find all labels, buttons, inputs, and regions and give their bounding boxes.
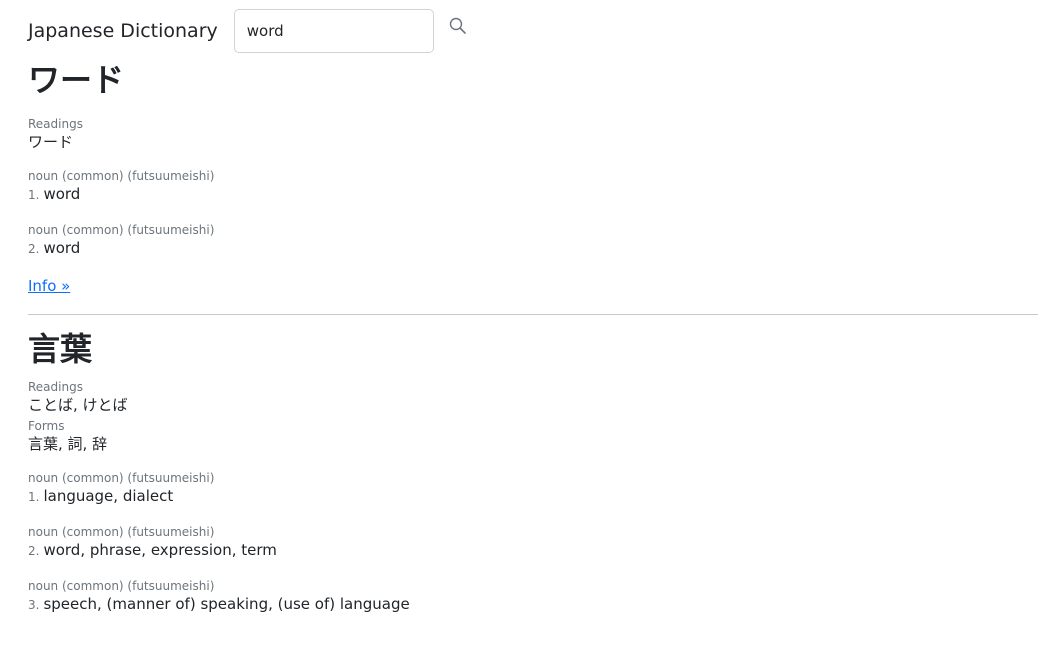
brand-title[interactable]: Japanese Dictionary bbox=[28, 20, 218, 42]
entry-title: 言葉 bbox=[28, 330, 93, 368]
sense-gloss: word bbox=[43, 185, 81, 203]
forms-value: 言葉, 詞, 辞 bbox=[28, 435, 108, 453]
readings-label: Readings bbox=[28, 117, 83, 131]
sense-item: noun (common) (futsuumeishi) 2. word, phr… bbox=[28, 524, 1038, 562]
entry-kotoba: 言葉 Readings ことば, けとば Forms 言葉, 詞, 辞 noun… bbox=[28, 329, 1038, 616]
sense-number: 3. bbox=[28, 598, 40, 612]
sense-number: 2. bbox=[28, 242, 40, 256]
readings-value: ことば, けとば bbox=[28, 396, 128, 414]
part-of-speech: noun (common) (futsuumeishi) bbox=[28, 471, 215, 485]
sense-gloss: speech, (manner of) speaking, (use of) l… bbox=[43, 595, 410, 613]
sense-gloss: word, phrase, expression, term bbox=[43, 541, 277, 559]
part-of-speech: noun (common) (futsuumeishi) bbox=[28, 525, 215, 539]
sense-number: 2. bbox=[28, 544, 40, 558]
search-input[interactable] bbox=[233, 9, 434, 53]
readings-label: Readings bbox=[28, 380, 83, 394]
search-button[interactable] bbox=[444, 13, 472, 41]
sense-number: 1. bbox=[28, 188, 40, 202]
sense-gloss: word bbox=[43, 239, 81, 257]
sense-item: noun (common) (futsuumeishi) 2. word bbox=[28, 222, 1038, 260]
search-icon bbox=[448, 16, 468, 39]
sense-item: noun (common) (futsuumeishi) 1. language,… bbox=[28, 470, 1038, 508]
sense-item: noun (common) (futsuumeishi) 3. speech, (… bbox=[28, 578, 1038, 616]
forms-label: Forms bbox=[28, 419, 65, 433]
sense-number: 1. bbox=[28, 490, 40, 504]
sense-gloss: language, dialect bbox=[43, 487, 174, 505]
part-of-speech: noun (common) (futsuumeishi) bbox=[28, 223, 215, 237]
sense-item: noun (common) (futsuumeishi) 1. word bbox=[28, 168, 1038, 206]
readings-value: ワード bbox=[28, 133, 74, 151]
entry-wado: ワード Readings ワード noun (common) (futsuume… bbox=[28, 60, 1038, 296]
info-link[interactable]: Info » bbox=[28, 276, 70, 296]
navbar: Japanese Dictionary bbox=[28, 9, 472, 53]
part-of-speech: noun (common) (futsuumeishi) bbox=[28, 579, 215, 593]
results-list: ワード Readings ワード noun (common) (futsuume… bbox=[28, 60, 1038, 616]
entry-title: ワード bbox=[28, 61, 125, 99]
page: Japanese Dictionary ワード Readings ワード nou… bbox=[0, 0, 1060, 666]
part-of-speech: noun (common) (futsuumeishi) bbox=[28, 169, 215, 183]
entry-divider bbox=[28, 314, 1038, 315]
